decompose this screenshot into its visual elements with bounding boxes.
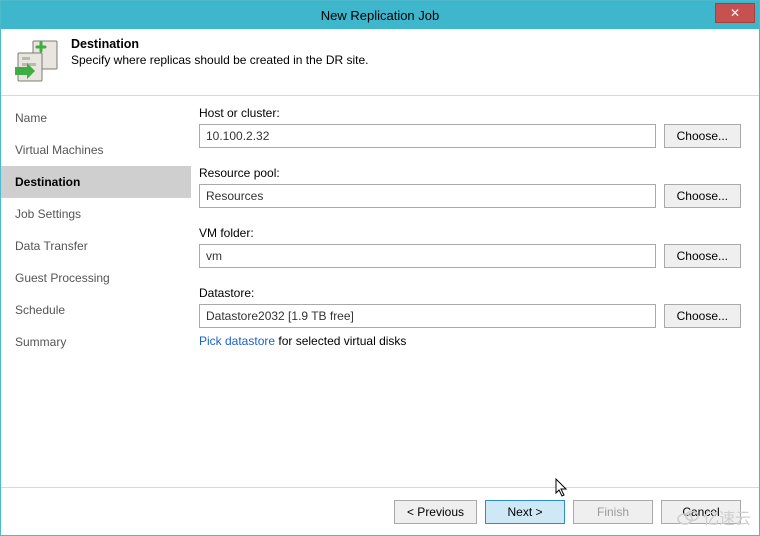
sidebar-item-name[interactable]: Name — [1, 102, 191, 134]
close-icon: ✕ — [730, 6, 740, 20]
wizard-header: Destination Specify where replicas shoul… — [1, 29, 759, 96]
host-group: Host or cluster: Choose... — [199, 106, 741, 148]
close-button[interactable]: ✕ — [715, 3, 755, 23]
pick-datastore-link[interactable]: Pick datastore — [199, 334, 275, 348]
host-input[interactable] — [199, 124, 656, 148]
wizard-body: Name Virtual Machines Destination Job Se… — [1, 96, 759, 501]
datastore-choose-button[interactable]: Choose... — [664, 304, 741, 328]
folder-group: VM folder: Choose... — [199, 226, 741, 268]
cancel-button[interactable]: Cancel — [661, 500, 741, 524]
wizard-content: Host or cluster: Choose... Resource pool… — [191, 96, 759, 501]
sidebar-item-virtual-machines[interactable]: Virtual Machines — [1, 134, 191, 166]
previous-button[interactable]: < Previous — [394, 500, 477, 524]
title-bar: New Replication Job ✕ — [1, 1, 759, 29]
folder-input[interactable] — [199, 244, 656, 268]
datastore-hint-row: Pick datastore for selected virtual disk… — [199, 334, 741, 348]
pool-group: Resource pool: Choose... — [199, 166, 741, 208]
folder-label: VM folder: — [199, 226, 741, 240]
sidebar-item-job-settings[interactable]: Job Settings — [1, 198, 191, 230]
dialog-window: New Replication Job ✕ Destination Specif… — [0, 0, 760, 536]
destination-icon — [13, 37, 61, 85]
header-subtitle: Specify where replicas should be created… — [71, 53, 369, 67]
header-title: Destination — [71, 37, 369, 51]
sidebar-item-summary[interactable]: Summary — [1, 326, 191, 358]
host-label: Host or cluster: — [199, 106, 741, 120]
datastore-input[interactable] — [199, 304, 656, 328]
sidebar-item-destination[interactable]: Destination — [1, 166, 191, 198]
finish-button: Finish — [573, 500, 653, 524]
pool-label: Resource pool: — [199, 166, 741, 180]
datastore-hint-text: for selected virtual disks — [275, 334, 406, 348]
folder-choose-button[interactable]: Choose... — [664, 244, 741, 268]
host-choose-button[interactable]: Choose... — [664, 124, 741, 148]
pool-input[interactable] — [199, 184, 656, 208]
sidebar-item-guest-processing[interactable]: Guest Processing — [1, 262, 191, 294]
pool-choose-button[interactable]: Choose... — [664, 184, 741, 208]
datastore-label: Datastore: — [199, 286, 741, 300]
wizard-footer: < Previous Next > Finish Cancel — [1, 487, 759, 535]
wizard-sidebar: Name Virtual Machines Destination Job Se… — [1, 96, 191, 501]
sidebar-item-schedule[interactable]: Schedule — [1, 294, 191, 326]
window-title: New Replication Job — [321, 8, 440, 23]
datastore-group: Datastore: Choose... Pick datastore for … — [199, 286, 741, 348]
header-text: Destination Specify where replicas shoul… — [71, 37, 369, 67]
next-button[interactable]: Next > — [485, 500, 565, 524]
sidebar-item-data-transfer[interactable]: Data Transfer — [1, 230, 191, 262]
